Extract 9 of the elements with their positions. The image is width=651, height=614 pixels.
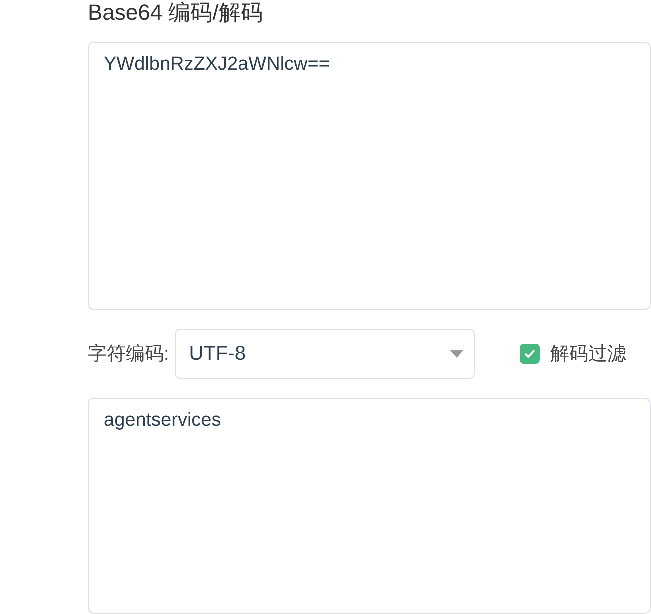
input-field[interactable]: YWdlbnRzZXJ2aWNlcw== (88, 42, 651, 310)
charset-select[interactable]: UTF-8 (175, 329, 476, 379)
charset-label: 字符编码: (88, 343, 170, 367)
checkbox[interactable] (520, 344, 540, 364)
page-title: Base64 编码/解码 (88, 0, 264, 26)
output-field[interactable]: agentservices (88, 398, 651, 614)
check-icon (524, 349, 536, 359)
caret-icon (450, 350, 464, 358)
decode-filter-label: 解码过滤 (550, 343, 626, 367)
